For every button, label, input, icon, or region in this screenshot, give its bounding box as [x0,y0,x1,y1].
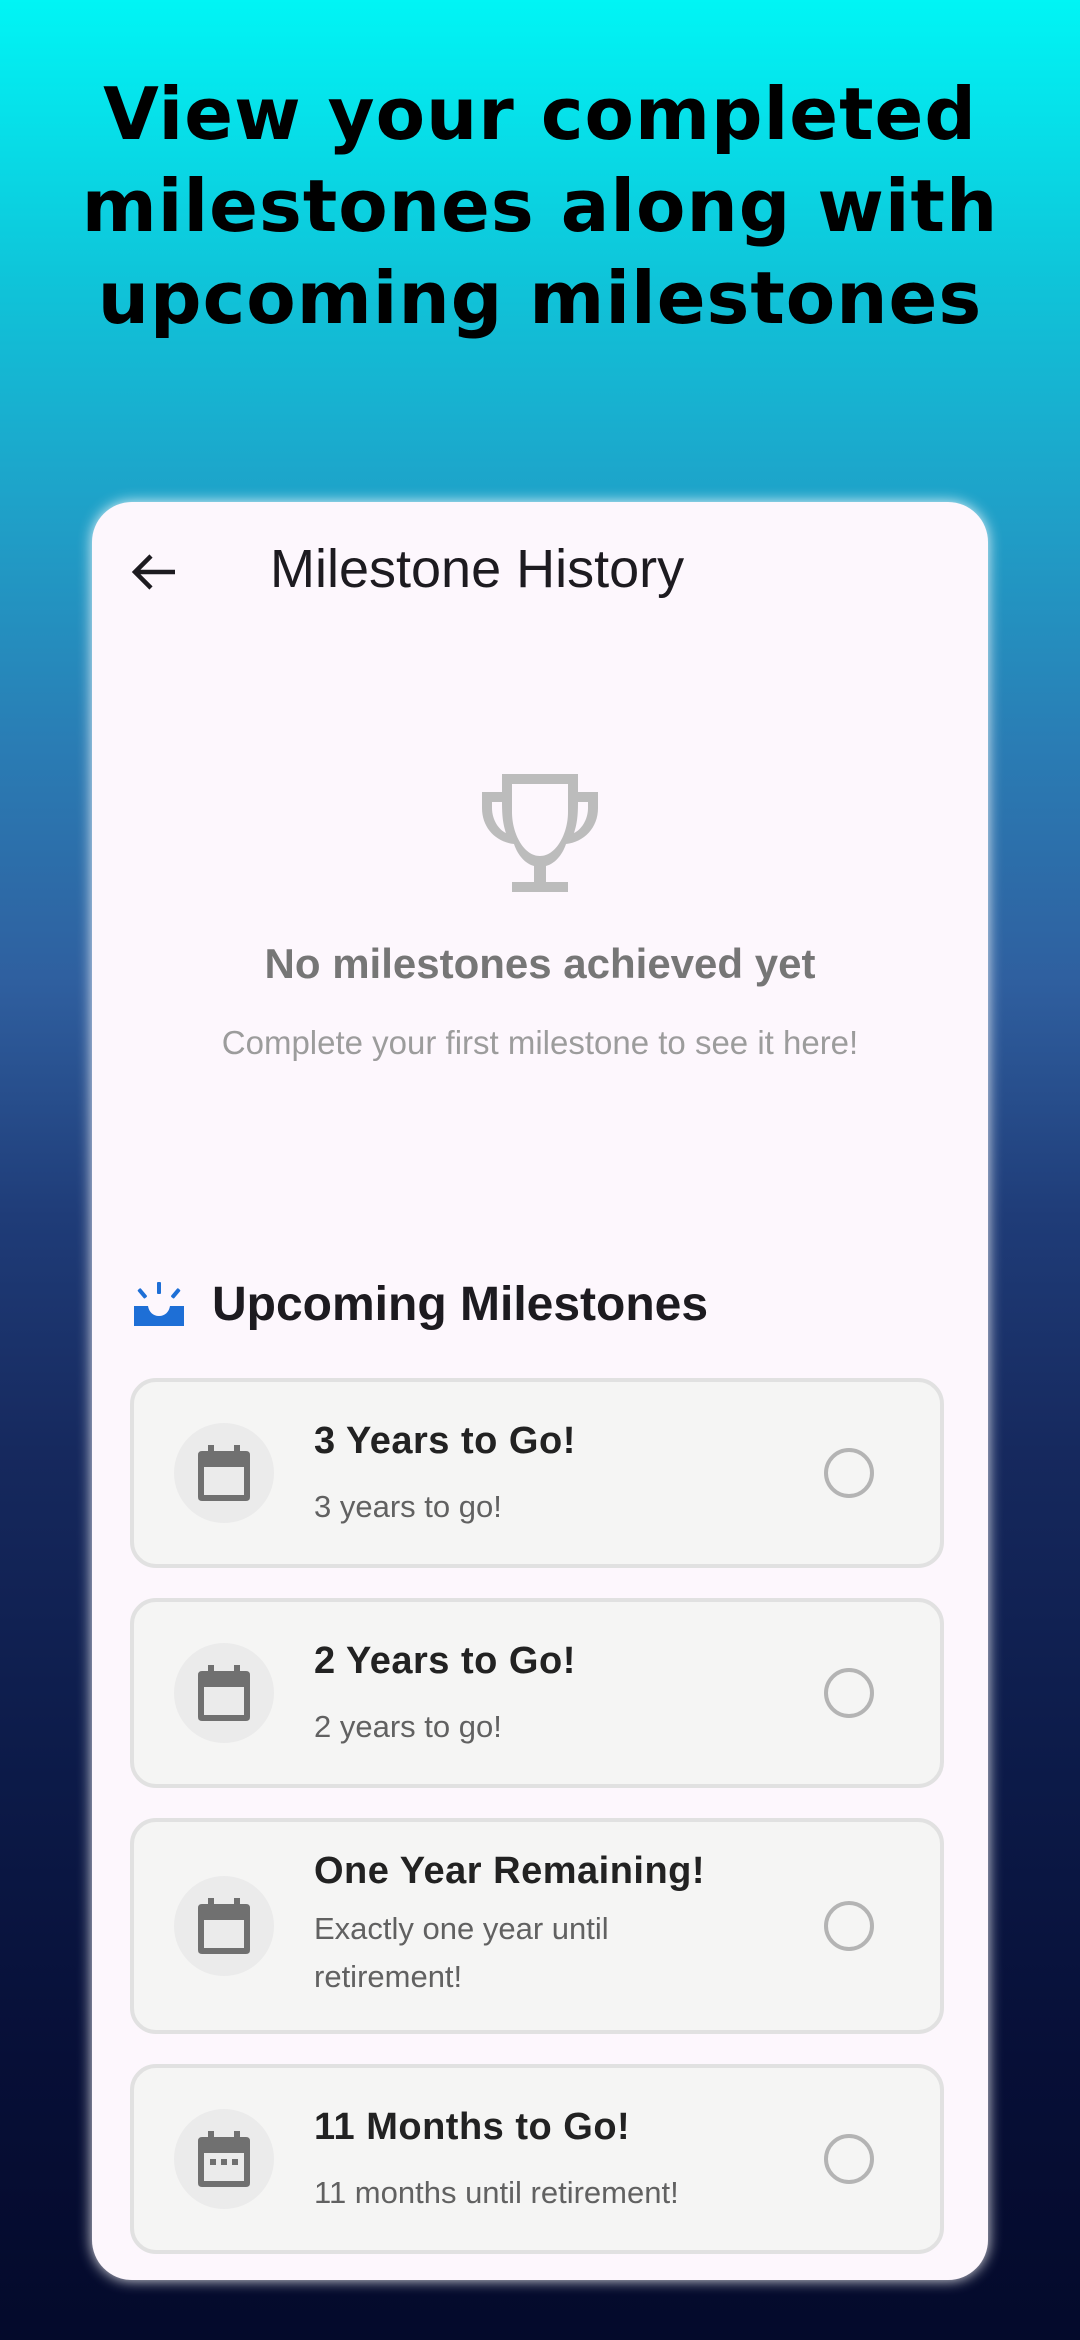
back-button[interactable] [124,546,184,598]
milestone-card[interactable]: 3 Years to Go! 3 years to go! [130,1378,944,1568]
app-screen: Milestone History No milestones achieved… [92,502,988,2280]
milestone-subtitle: 2 years to go! [314,1709,502,1744]
milestone-checkbox[interactable] [824,1668,874,1718]
promo-headline: View your completed milestones along wit… [81,72,999,340]
empty-state-title: No milestones achieved yet [264,940,816,987]
milestone-text: One Year Remaining! Exactly one year unt… [314,1850,754,2001]
upcoming-icon [134,1282,184,1326]
milestone-checkbox[interactable] [824,2134,874,2184]
empty-state-subtitle: Complete your first milestone to see it … [221,1024,859,1061]
milestone-subtitle: Exactly one year until retirement! [314,1911,609,1994]
calendar-icon [198,1898,250,1954]
arrow-back-icon [131,554,175,590]
milestone-checkbox[interactable] [824,1448,874,1498]
milestone-icon-container [174,2109,274,2209]
milestone-text: 11 Months to Go! 11 months until retirem… [314,2106,754,2217]
app-bar: Milestone History [92,502,988,632]
milestone-card[interactable]: One Year Remaining! Exactly one year unt… [130,1818,944,2034]
milestone-icon-container [174,1423,274,1523]
milestone-subtitle: 3 years to go! [314,1489,502,1524]
milestone-title: 11 Months to Go! [314,2106,631,2148]
milestone-checkbox[interactable] [824,1901,874,1951]
milestone-icon-container [174,1876,274,1976]
milestone-title: 2 Years to Go! [314,1640,576,1682]
milestone-card[interactable]: 2 Years to Go! 2 years to go! [130,1598,944,1788]
milestone-icon-container [174,1643,274,1743]
milestone-text: 2 Years to Go! 2 years to go! [314,1640,754,1751]
milestone-subtitle: 11 months until retirement! [314,2175,679,2210]
milestone-title: 3 Years to Go! [314,1420,576,1462]
upcoming-section-title: Upcoming Milestones [212,1277,709,1331]
empty-state: No milestones achieved yet Complete your… [92,772,988,1067]
calendar-month-icon [198,2131,250,2187]
calendar-icon [198,1445,250,1501]
milestone-title: One Year Remaining! [314,1850,706,1892]
milestone-text: 3 Years to Go! 3 years to go! [314,1420,754,1531]
upcoming-section-header: Upcoming Milestones [132,1272,708,1336]
trophy-icon [482,774,598,892]
page-title: Milestone History [270,539,685,599]
milestone-card[interactable]: 11 Months to Go! 11 months until retirem… [130,2064,944,2254]
calendar-icon [198,1665,250,1721]
